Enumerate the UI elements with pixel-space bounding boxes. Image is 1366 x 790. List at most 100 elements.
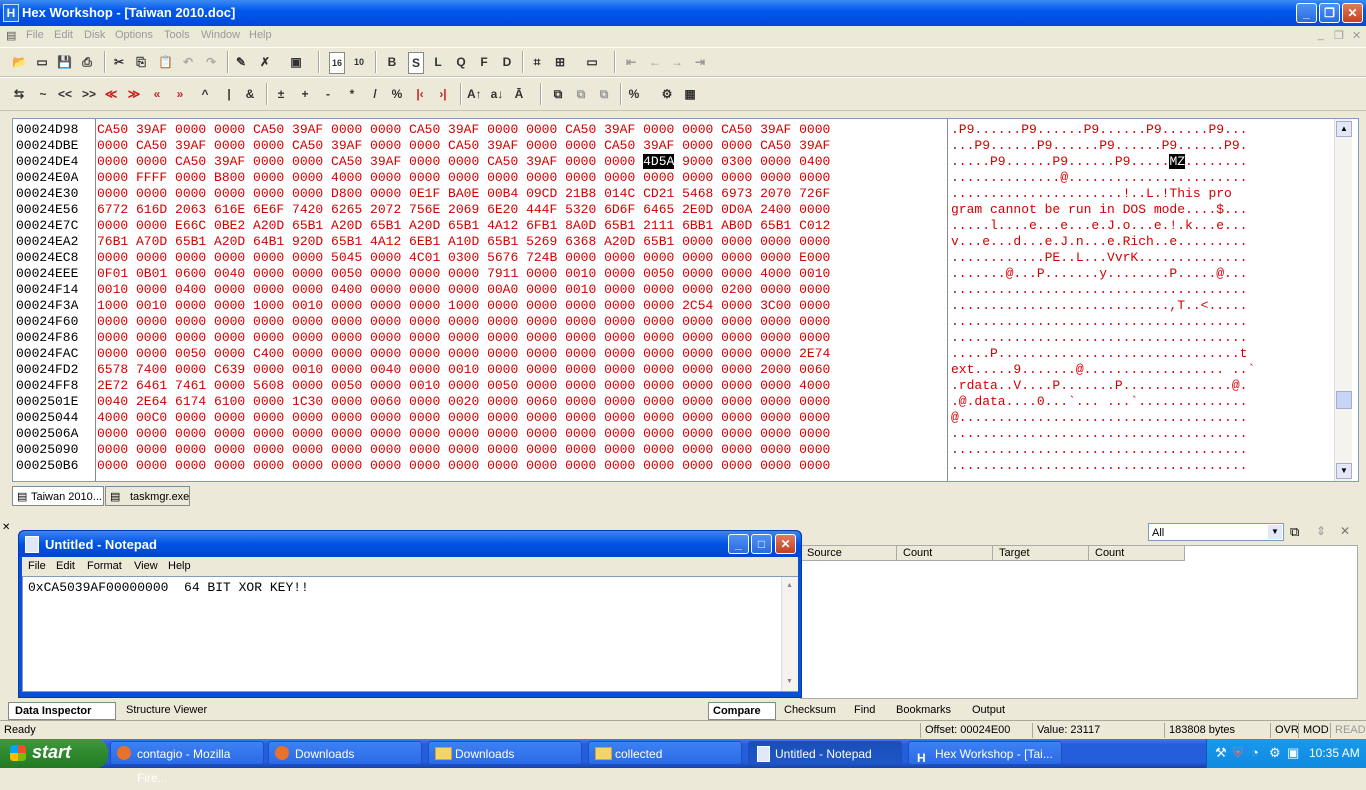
hex-row[interactable]: 00024F86 0000 0000 0000 0000 0000 0000 00… — [13, 330, 1333, 346]
hex-base16-icon[interactable]: 16 — [329, 52, 345, 74]
hex-row[interactable]: 0002501E 0040 2E64 6174 6100 0000 1C30 00… — [13, 394, 1333, 410]
hex-ascii[interactable]: .....l....e...e...e.J.o...e.!.k...e... — [951, 218, 1247, 234]
checksum-icon[interactable]: % — [627, 84, 641, 104]
hex-row[interactable]: 00024EEE 0F01 0B01 0600 0040 0000 0000 00… — [13, 266, 1333, 282]
hex-ascii-segment[interactable]: .....P9......P9......P9..... — [951, 154, 1169, 169]
hex-row[interactable]: 00024D98 CA50 39AF 0000 0000 CA50 39AF 00… — [13, 122, 1333, 138]
menu-options[interactable]: Options — [115, 29, 153, 41]
hex-row[interactable]: 00024F14 0010 0000 0400 0000 0000 0000 04… — [13, 282, 1333, 298]
notepad-window[interactable]: Untitled - Notepad _ □ ✕ File Edit Forma… — [18, 530, 802, 698]
maximize-button[interactable]: ❐ — [1319, 3, 1340, 23]
multiply-button[interactable]: * — [345, 84, 359, 104]
hex-bytes[interactable]: 0000 0000 0000 0000 0000 0000 0000 0000 … — [97, 426, 830, 442]
hex-ascii[interactable]: .rdata..V....P.......P..............@. — [951, 378, 1247, 394]
hex-ascii[interactable]: ...................................... — [951, 330, 1247, 346]
hex-row[interactable]: 00024FD2 6578 7400 0000 C639 0000 0010 00… — [13, 362, 1333, 378]
notepad-minimize-button[interactable]: _ — [728, 534, 749, 554]
scroll-down-icon[interactable]: ▼ — [783, 675, 796, 688]
tab-checksum[interactable]: Checksum — [784, 702, 836, 718]
task-firefox[interactable]: contagio - Mozilla Fire... — [110, 741, 264, 785]
view-long-button[interactable]: L — [431, 52, 445, 72]
hex-editor[interactable]: 00024D98 CA50 39AF 0000 0000 CA50 39AF 00… — [12, 118, 1359, 482]
hex-bytes[interactable]: 0000 0000 CA50 39AF 0000 0000 CA50 39AF … — [97, 154, 830, 170]
paste-icon[interactable]: 📋 — [158, 52, 173, 72]
bookmark-icon[interactable]: ✎ — [234, 52, 248, 72]
menu-help[interactable]: Help — [249, 29, 272, 41]
task-downloads-folder[interactable]: Downloads — [428, 741, 582, 765]
not-button[interactable]: ~ — [36, 84, 50, 104]
hex-vertical-scrollbar[interactable]: ▲ ▼ — [1334, 119, 1352, 481]
subtract-button[interactable]: - — [321, 84, 335, 104]
chevron-down-icon[interactable]: ▼ — [1268, 525, 1282, 539]
scroll-up-icon[interactable]: ▲ — [1336, 121, 1352, 137]
last-icon[interactable]: ⇥ — [693, 52, 707, 72]
hex-ascii[interactable]: .......@...P.......y........P.....@... — [951, 266, 1247, 282]
hex-row[interactable]: 00024FAC 0000 0000 0050 0000 C400 0000 00… — [13, 346, 1333, 362]
tray-update-icon[interactable]: ◔ — [1251, 745, 1259, 760]
hex-ascii[interactable]: .....P...............................t — [951, 346, 1247, 362]
view-double-button[interactable]: D — [500, 52, 514, 72]
tray-tool-icon[interactable]: ⚒ — [1215, 745, 1227, 761]
hex-row[interactable]: 00024FF8 2E72 6461 7461 0000 5608 0000 00… — [13, 378, 1333, 394]
rotate-left-icon[interactable]: ≪ — [104, 84, 118, 104]
tab-find[interactable]: Find — [854, 702, 875, 718]
block-shift-left-icon[interactable]: « — [150, 84, 164, 104]
hex-bytes-segment[interactable]: 9000 0300 0000 0400 — [674, 154, 830, 169]
menu-disk[interactable]: Disk — [84, 29, 105, 41]
add-button[interactable]: + — [298, 84, 312, 104]
hex-bytes[interactable]: 6772 616D 2063 616E 6E6F 7420 6265 2072 … — [97, 202, 830, 218]
task-collected-folder[interactable]: collected — [588, 741, 742, 765]
hex-ascii[interactable]: ...P9......P9......P9......P9......P9. — [951, 138, 1247, 154]
notepad-maximize-button[interactable]: □ — [751, 534, 772, 554]
invert-case-icon[interactable]: Ā — [512, 84, 526, 104]
selected-bytes[interactable]: 4D5A — [643, 154, 675, 169]
menu-edit[interactable]: Edit — [54, 29, 73, 41]
hex-row[interactable]: 00025090 0000 0000 0000 0000 0000 0000 00… — [13, 442, 1333, 458]
hex-ascii[interactable]: gram cannot be run in DOS mode....$... — [951, 202, 1247, 218]
hex-row[interactable]: 000250B6 0000 0000 0000 0000 0000 0000 00… — [13, 458, 1333, 474]
hex-bytes[interactable]: 0000 0000 0000 0000 0000 0000 0000 0000 … — [97, 330, 830, 346]
hex-bytes[interactable]: 2E72 6461 7461 0000 5608 0000 0050 0000 … — [97, 378, 830, 394]
column-header-count[interactable]: Count — [1089, 546, 1185, 561]
notepad-text-area[interactable]: 0xCA5039AF00000000 64 BIT XOR KEY!! ▲ ▼ — [22, 576, 798, 692]
mdi-restore-icon[interactable]: ❐ — [1334, 29, 1344, 42]
first-icon[interactable]: ⇤ — [624, 52, 638, 72]
decimal-base10-icon[interactable]: 10 — [352, 52, 366, 72]
hex-bytes[interactable]: 0000 0000 E66C 0BE2 A20D 65B1 A20D 65B1 … — [97, 218, 830, 234]
shift-left-button[interactable]: << — [58, 84, 72, 104]
hex-bytes[interactable]: 0000 0000 0000 0000 0000 0000 5045 0000 … — [97, 250, 830, 266]
task-downloads-firefox[interactable]: Downloads — [268, 741, 422, 765]
tab-bookmarks[interactable]: Bookmarks — [896, 702, 951, 718]
uppercase-icon[interactable]: A↑ — [467, 84, 482, 104]
mdi-close-icon[interactable]: ✕ — [1352, 29, 1361, 42]
hex-bytes[interactable]: 6578 7400 0000 C639 0000 0010 0000 0040 … — [97, 362, 830, 378]
prev-icon[interactable]: ← — [648, 52, 662, 72]
scroll-down-icon[interactable]: ▼ — [1336, 463, 1352, 479]
task-hex-workshop[interactable]: H Hex Workshop - [Tai... — [908, 741, 1062, 765]
compare-prev-icon[interactable]: ⧉ — [597, 84, 611, 104]
window-layout-icon[interactable]: ▭ — [585, 52, 599, 72]
view-float-button[interactable]: F — [477, 52, 491, 72]
notepad-close-button[interactable]: ✕ — [775, 534, 796, 554]
cut-icon[interactable]: ✂ — [112, 52, 126, 72]
close-button[interactable]: ✕ — [1342, 3, 1363, 23]
hex-ascii[interactable]: ...................................... — [951, 442, 1247, 458]
scroll-thumb[interactable] — [1336, 391, 1352, 409]
hex-bytes[interactable]: 0000 CA50 39AF 0000 0000 CA50 39AF 0000 … — [97, 138, 830, 154]
hex-ascii[interactable]: v...e...d...e.J.n...e.Rich..e......... — [951, 234, 1247, 250]
hex-ascii[interactable]: ...................................... — [951, 282, 1247, 298]
rotate-right-icon[interactable]: ≫ — [127, 84, 141, 104]
settings-gear-icon[interactable]: ⚙ — [660, 84, 674, 104]
task-notepad[interactable]: Untitled - Notepad — [748, 741, 902, 765]
hex-row[interactable]: 00024DE4 0000 0000 CA50 39AF 0000 0000 CA… — [13, 154, 1333, 170]
open-disk-icon[interactable]: ▭ — [35, 52, 49, 72]
xor-button[interactable]: ^ — [198, 84, 212, 104]
tab-output[interactable]: Output — [972, 702, 1005, 718]
compare-filter-select[interactable]: All ▼ — [1148, 523, 1284, 541]
selected-ascii[interactable]: MZ — [1169, 154, 1186, 169]
hex-ascii[interactable]: .@.data....0...`... ...`.............. — [951, 394, 1247, 410]
compare-options-icon[interactable]: ⧉ — [1290, 524, 1299, 540]
hex-bytes[interactable]: 0000 FFFF 0000 B800 0000 0000 4000 0000 … — [97, 170, 830, 186]
hex-row[interactable]: 00024E7C 0000 0000 E66C 0BE2 A20D 65B1 A2… — [13, 218, 1333, 234]
undo-icon[interactable]: ↶ — [181, 52, 195, 72]
